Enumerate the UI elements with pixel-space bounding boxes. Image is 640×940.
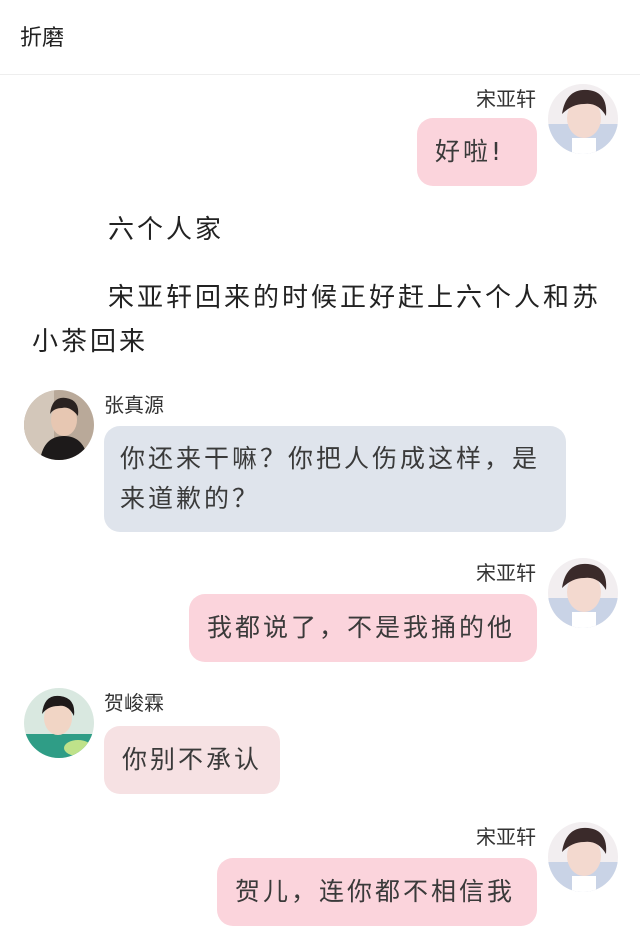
chat-message-left: 张真源 你还来干嘛？你把人伤成这样，是来道歉的？ [0, 384, 640, 544]
avatar-songyaxuan[interactable] [548, 84, 618, 154]
narration-paragraph: 宋亚轩回来的时候正好赶上六个人和苏小茶回来 [32, 283, 602, 357]
message-text: 贺儿，连你都不相信我 [235, 877, 516, 906]
chat-message-right: 宋亚轩 好啦! [0, 78, 640, 198]
message-bubble: 贺儿，连你都不相信我 [217, 858, 537, 926]
chat-message-right: 宋亚轩 贺儿，连你都不相信我 [0, 816, 640, 940]
sender-name: 贺峻霖 [104, 691, 164, 715]
message-bubble: 我都说了，不是我捅的他 [189, 594, 537, 662]
sender-name: 宋亚轩 [476, 87, 536, 111]
narration-line: 六个人家 [108, 215, 225, 245]
message-text: 我都说了，不是我捅的他 [207, 613, 516, 642]
message-text: 你别不承认 [122, 745, 263, 774]
top-bar: 折磨 [0, 0, 640, 75]
message-bubble: 你还来干嘛？你把人伤成这样，是来道歉的？ [104, 426, 566, 532]
sender-name: 宋亚轩 [476, 561, 536, 585]
chat-message-left: 贺峻霖 你别不承认 [0, 682, 640, 802]
sender-name: 宋亚轩 [476, 825, 536, 849]
avatar-songyaxuan[interactable] [548, 558, 618, 628]
page-title: 折磨 [20, 26, 65, 51]
avatar-zhangzhenyuan[interactable] [24, 390, 94, 460]
avatar-songyaxuan[interactable] [548, 822, 618, 892]
chat-message-right: 宋亚轩 我都说了，不是我捅的他 [0, 552, 640, 672]
message-bubble: 好啦! [417, 118, 537, 186]
sender-name: 张真源 [104, 393, 164, 417]
message-bubble: 你别不承认 [104, 726, 280, 794]
message-text: 好啦! [435, 137, 505, 166]
avatar-hejunlin[interactable] [24, 688, 94, 758]
message-text: 你还来干嘛？你把人伤成这样，是来道歉的？ [120, 444, 541, 513]
